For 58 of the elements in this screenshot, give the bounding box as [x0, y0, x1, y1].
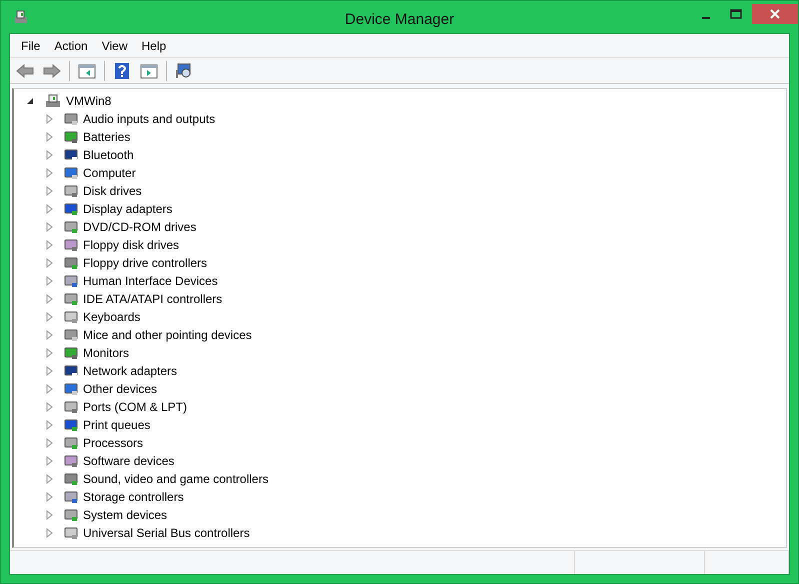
tree-item-label[interactable]: Disk drives: [83, 182, 142, 200]
tree-item-label[interactable]: Computer: [83, 164, 136, 182]
device-icon: [63, 471, 79, 487]
tree-item-label[interactable]: Keyboards: [83, 308, 140, 326]
tree-item-label[interactable]: System devices: [83, 506, 168, 524]
device-icon: [63, 453, 79, 469]
device-icon: [63, 435, 79, 451]
menu-item[interactable]: Help: [134, 34, 174, 56]
tree-item-label[interactable]: Print queues: [83, 416, 150, 434]
window-title: Device Manager: [344, 10, 454, 30]
device-icon: [63, 237, 79, 253]
tree-item-label[interactable]: Human Interface Devices: [83, 272, 218, 290]
device-icon: [63, 183, 79, 199]
tree-item-label[interactable]: Mice and other pointing devices: [83, 326, 252, 344]
tree-item-label[interactable]: IDE ATA/ATAPI controllers: [83, 290, 222, 308]
tree-item-label[interactable]: Universal Serial Bus controllers: [83, 524, 250, 542]
device-icon: [63, 273, 79, 289]
device-icon: [63, 111, 79, 127]
minimize-icon: [702, 17, 710, 19]
tree-item-label[interactable]: Software devices: [83, 452, 174, 470]
device-icon: [63, 255, 79, 271]
device-icon: [63, 345, 79, 361]
tree-item-label[interactable]: VMWin8: [66, 92, 112, 110]
menu-item[interactable]: File: [14, 34, 48, 56]
tree-item-label[interactable]: Floppy drive controllers: [83, 254, 208, 272]
device-icon: [63, 165, 79, 181]
device-icon: [63, 327, 79, 343]
device-icon: [63, 399, 79, 415]
tree-item-label[interactable]: Display adapters: [83, 200, 172, 218]
device-icon: [63, 129, 79, 145]
tree-item-label[interactable]: Sound, video and game controllers: [83, 470, 268, 488]
tree-item-label[interactable]: DVD/CD-ROM drives: [83, 218, 196, 236]
device-icon: [63, 417, 79, 433]
device-manager-icon: [13, 9, 29, 25]
tree-item-label[interactable]: Batteries: [83, 128, 130, 146]
device-icon: [63, 525, 79, 541]
close-icon: [769, 9, 781, 19]
tree-item-label[interactable]: Monitors: [83, 344, 130, 362]
device-icon: [63, 201, 79, 217]
computer-icon: [44, 93, 62, 109]
menu-item[interactable]: View: [94, 34, 134, 56]
device-icon: [63, 507, 79, 523]
device-icon: [63, 309, 79, 325]
close-button[interactable]: [752, 4, 798, 24]
tree-item-label[interactable]: Bluetooth: [83, 146, 134, 164]
maximize-icon: [730, 9, 742, 19]
tree-item-label[interactable]: Storage controllers: [83, 488, 184, 506]
tree-item-label[interactable]: Other devices: [83, 380, 158, 398]
device-icon: [63, 219, 79, 235]
tree-item-label[interactable]: Ports (COM & LPT): [83, 398, 188, 416]
device-icon: [63, 381, 79, 397]
tree-item-label[interactable]: Floppy disk drives: [83, 236, 180, 254]
menu-item[interactable]: Action: [47, 34, 95, 56]
device-icon: [63, 291, 79, 307]
device-icon: [63, 489, 79, 505]
tree-item-label[interactable]: Processors: [83, 434, 144, 452]
tree-item-label[interactable]: Network adapters: [83, 362, 178, 380]
tree-item-label[interactable]: Audio inputs and outputs: [83, 110, 216, 128]
